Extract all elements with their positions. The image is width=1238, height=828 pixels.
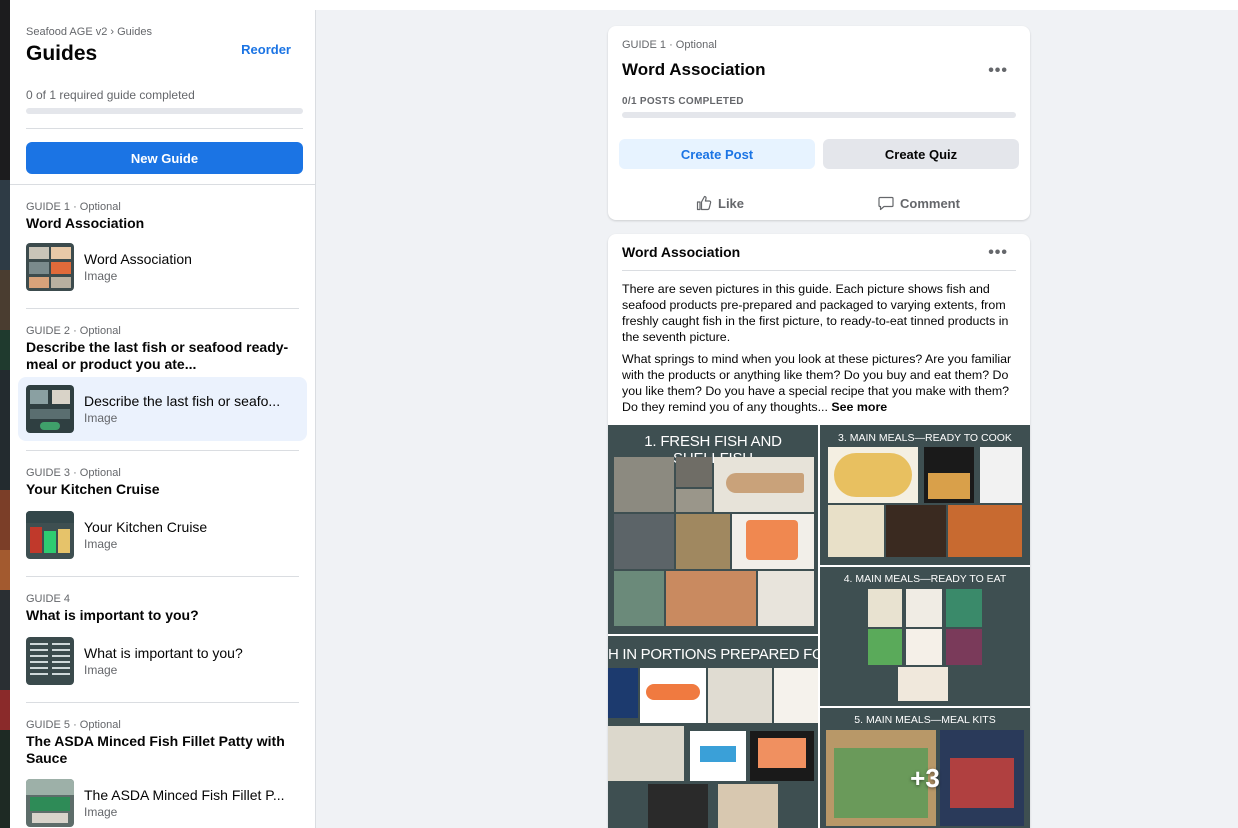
guide-label: GUIDE 1 · Optional (26, 201, 121, 213)
guide-thumbnail-image (26, 511, 74, 559)
guide-section: GUIDE 5 · Optional The ASDA Minced Fish … (10, 703, 315, 828)
guide-item-type: Image (84, 411, 118, 425)
guide-item-what-is-important[interactable]: What is important to you? Image (18, 629, 307, 693)
post-body: There are seven pictures in this guide. … (622, 281, 1020, 421)
gallery-image-heading: 5. MAIN MEALS—MEAL KITS (854, 714, 996, 726)
see-more-link[interactable]: See more (831, 400, 887, 414)
sidebar-divider (26, 128, 303, 129)
guide-label: GUIDE 5 · Optional (26, 719, 121, 731)
guide-title[interactable]: Word Association (26, 215, 299, 232)
guide-section: GUIDE 4 What is important to you? What i… (10, 577, 315, 703)
comment-button[interactable]: Comment (878, 192, 960, 214)
guide-thumbnail-image (26, 243, 74, 291)
guide-label: GUIDE 2 · Optional (26, 325, 121, 337)
post-paragraph: What springs to mind when you look at th… (622, 352, 1012, 414)
guide-item-title: Your Kitchen Cruise (84, 519, 208, 535)
guide-item-type: Image (84, 663, 118, 677)
gallery-image-heading: H IN PORTIONS PREPARED FOR COO (608, 646, 818, 663)
gallery-image-fish-portions[interactable]: H IN PORTIONS PREPARED FOR COO (608, 636, 818, 828)
gallery-image-heading: 3. MAIN MEALS—READY TO COOK (838, 432, 1012, 444)
guide-thumbnail-image (26, 385, 74, 433)
posts-completed-text: 0/1 POSTS COMPLETED (622, 96, 744, 107)
gallery-image-fresh-fish[interactable]: 1. FRESH FISH AND SHELLFISH (608, 425, 818, 634)
reorder-button[interactable]: Reorder (241, 42, 291, 57)
guide-item-type: Image (84, 805, 118, 819)
guide-item-title: What is important to you? (84, 645, 243, 661)
guide-item-kitchen-cruise[interactable]: Your Kitchen Cruise Image (18, 503, 307, 567)
gallery-image-heading: 4. MAIN MEALS—READY TO EAT (843, 573, 1007, 585)
guide-title[interactable]: Your Kitchen Cruise (26, 481, 299, 498)
guide-item-title: The ASDA Minced Fish Fillet P... (84, 787, 285, 803)
guide-thumbnail-image (26, 779, 74, 827)
guide-label: GUIDE 3 · Optional (26, 467, 121, 479)
sidebar-header: Seafood AGE v2 › Guides Guides Reorder 0… (10, 10, 315, 185)
post-paragraph: There are seven pictures in this guide. … (622, 282, 1009, 344)
guide-section: GUIDE 2 · Optional Describe the last fis… (10, 309, 315, 451)
gallery-image-meal-kits[interactable]: 5. MAIN MEALS—MEAL KITS +3 (820, 708, 1030, 828)
guide-title[interactable]: What is important to you? (26, 607, 299, 624)
guide-label: GUIDE 1 · Optional (622, 39, 717, 51)
image-gallery: 1. FRESH FISH AND SHELLFISH H IN PORTION… (608, 425, 1030, 828)
comment-label: Comment (900, 195, 960, 211)
required-progress-text: 0 of 1 required guide completed (26, 88, 195, 102)
gallery-image-ready-to-cook[interactable]: 3. MAIN MEALS—READY TO COOK (820, 425, 1030, 565)
guides-sidebar: Seafood AGE v2 › Guides Guides Reorder 0… (10, 10, 316, 828)
guide-title[interactable]: The ASDA Minced Fish Fillet Patty with S… (26, 733, 299, 767)
thumbs-up-icon (696, 195, 712, 211)
guide-item-title: Describe the last fish or seafo... (84, 393, 281, 409)
window-top-strip (0, 0, 1238, 10)
more-images-overlay[interactable]: +3 (820, 763, 1030, 794)
guide-item-last-fish-selected[interactable]: Describe the last fish or seafo... Image (18, 377, 307, 441)
create-post-button[interactable]: Create Post (619, 139, 815, 169)
guide-item-type: Image (84, 269, 118, 283)
comment-bubble-icon (878, 196, 894, 211)
guide-item-word-association[interactable]: Word Association Image (18, 235, 307, 299)
required-progress-bar (26, 108, 303, 114)
posts-progress-bar (622, 112, 1016, 118)
guide-title[interactable]: Describe the last fish or seafood ready-… (26, 339, 299, 373)
like-label: Like (718, 195, 745, 211)
guide-item-asda-fish-patty[interactable]: The ASDA Minced Fish Fillet P... Image (18, 771, 307, 828)
guide-more-options-button[interactable]: ••• (988, 62, 1008, 80)
gallery-image-ready-to-eat[interactable]: 4. MAIN MEALS—READY TO EAT (820, 567, 1030, 706)
new-guide-button[interactable]: New Guide (26, 142, 303, 174)
guide-thumbnail-image (26, 637, 74, 685)
guide-section: GUIDE 3 · Optional Your Kitchen Cruise Y… (10, 451, 315, 577)
post-divider (622, 270, 1016, 271)
guide-label: GUIDE 4 (26, 593, 71, 605)
create-quiz-button[interactable]: Create Quiz (823, 139, 1019, 169)
guide-section: GUIDE 1 · Optional Word Association Word… (10, 185, 315, 309)
guide-post-card: Word Association ••• There are seven pic… (608, 234, 1030, 828)
post-more-options-button[interactable]: ••• (988, 244, 1008, 262)
like-button[interactable]: Like (696, 192, 744, 214)
post-title: Word Association (622, 244, 741, 260)
guide-item-title: Word Association (84, 251, 192, 267)
guide-card-title: Word Association (622, 60, 766, 79)
breadcrumb[interactable]: Seafood AGE v2 › Guides (26, 26, 299, 38)
guide-summary-card: GUIDE 1 · Optional Word Association ••• … (608, 26, 1030, 220)
guide-item-type: Image (84, 537, 118, 551)
left-edge-strip (0, 0, 10, 828)
